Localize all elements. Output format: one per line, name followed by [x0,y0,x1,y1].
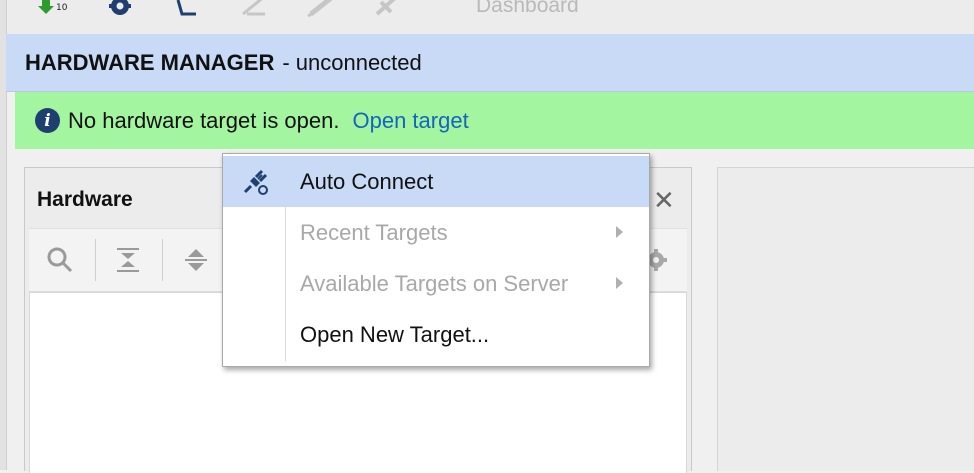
open-target-menu: Auto Connect Recent Targets Available Ta… [222,153,650,367]
submenu-arrow-icon [616,277,623,289]
toolbar-separator [162,239,163,281]
menu-item-auto-connect[interactable]: Auto Connect [223,156,649,207]
menu-item-recent-targets[interactable]: Recent Targets [223,207,649,258]
open-target-link[interactable]: Open target [353,108,469,134]
main-toolbar: 10 Dashboard [0,0,974,35]
menu-item-label: Auto Connect [300,168,434,194]
menu-item-label: Open New Target... [300,321,490,347]
page-title: HARDWARE MANAGER [25,49,275,75]
expand-all-icon[interactable] [179,243,213,277]
info-icon: i [35,108,60,133]
menu-item-label: Available Targets on Server [300,270,569,296]
disabled-pencil-icon [304,0,336,22]
gear-icon[interactable] [104,0,136,22]
menu-item-open-new-target[interactable]: Open New Target... [223,309,649,360]
auto-connect-icon [243,169,268,195]
toolbar-separator [95,239,96,281]
hardware-manager-header: HARDWARE MANAGER - unconnected [6,34,974,92]
menu-item-available-targets-on-server[interactable]: Available Targets on Server [223,258,649,309]
properties-panel [717,167,974,471]
layout-selector[interactable]: Dashboard [476,0,579,18]
collapse-all-icon[interactable] [111,243,145,277]
banner-message: No hardware target is open. [68,107,340,133]
connection-status: - unconnected [282,49,422,75]
disabled-probe-icon [238,0,270,22]
close-icon[interactable]: ✕ [653,187,675,213]
menu-item-label: Recent Targets [300,219,448,245]
info-banner: i No hardware target is open. Open targe… [15,92,974,149]
panel-title: Hardware [37,188,133,211]
disabled-pin-icon [370,0,402,22]
sigma-icon[interactable] [172,0,202,22]
run-green-arrow-icon[interactable]: 10 [34,0,74,22]
svg-text:10: 10 [56,3,68,13]
search-icon[interactable] [43,243,77,277]
submenu-arrow-icon [616,226,623,238]
